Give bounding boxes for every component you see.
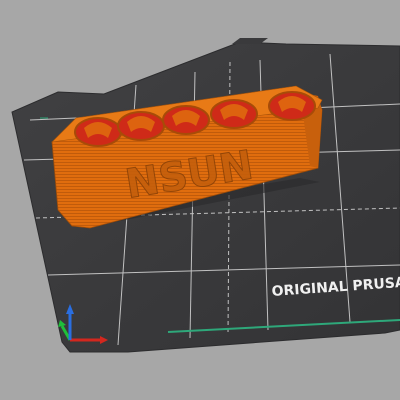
slicer-3d-viewport[interactable]: ORIGINAL PRUSA NSUN [0,0,400,400]
